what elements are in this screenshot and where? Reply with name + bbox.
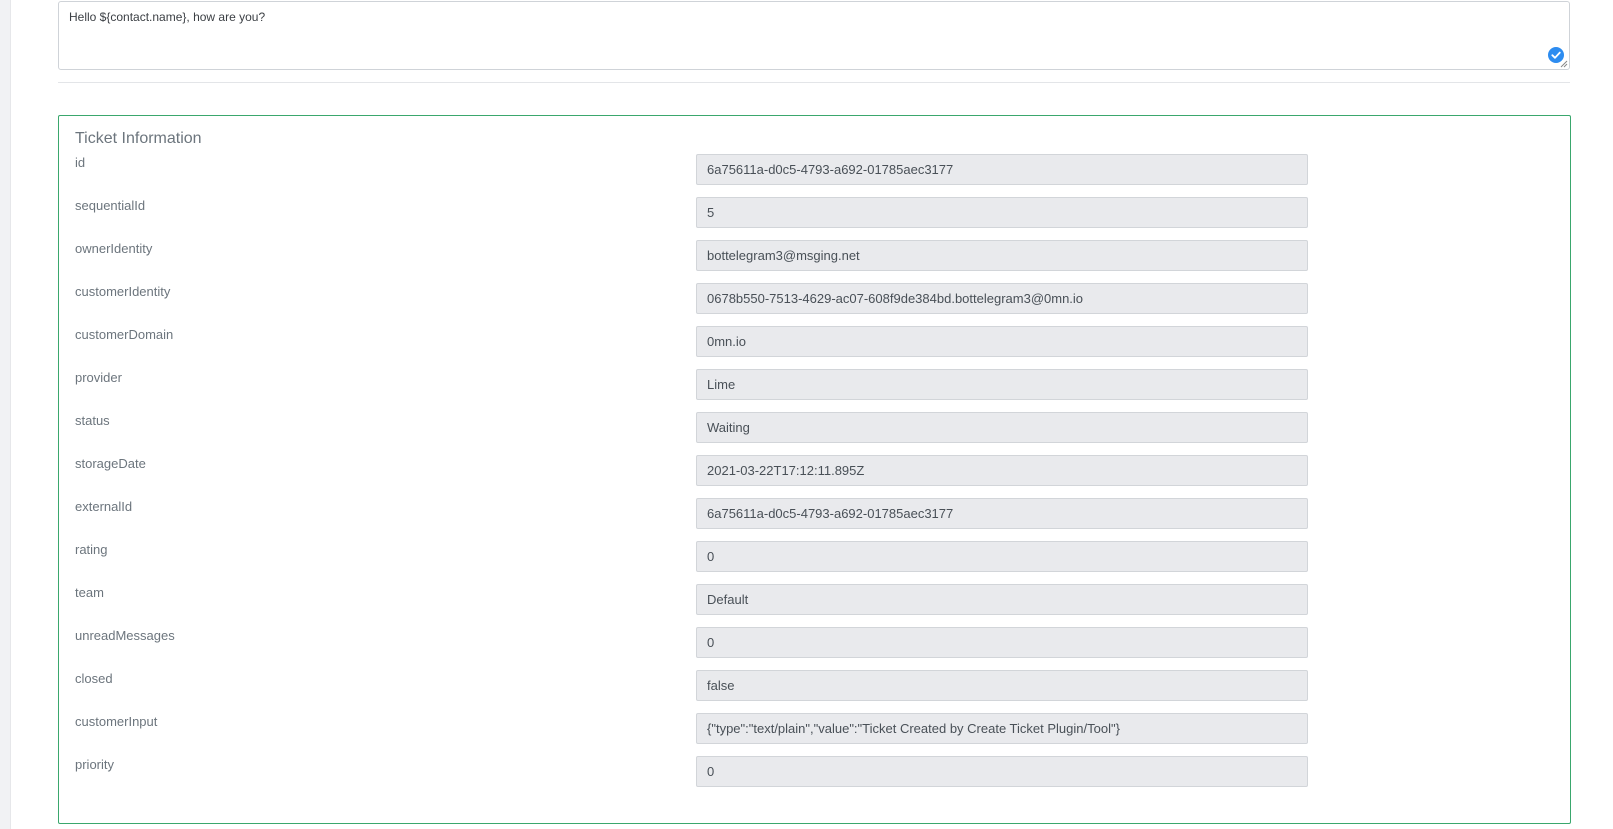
field-label-sequentialid: sequentialId [75,198,146,213]
field-value-team[interactable]: Default [696,584,1308,615]
field-value-closed[interactable]: false [696,670,1308,701]
message-textarea[interactable]: Hello ${contact.name}, how are you? [58,1,1570,70]
field-value-provider[interactable]: Lime [696,369,1308,400]
left-sidebar-rail [0,0,11,829]
field-label-owneridentity: ownerIdentity [75,241,153,256]
field-value-unreadmessages[interactable]: 0 [696,627,1308,658]
field-label-closed: closed [75,671,113,686]
field-value-rating[interactable]: 0 [696,541,1308,572]
field-value-storagedate[interactable]: 2021-03-22T17:12:11.895Z [696,455,1308,486]
field-label-priority: priority [75,757,115,772]
field-value-id[interactable]: 6a75611a-d0c5-4793-a692-01785aec3177 [696,154,1308,185]
field-label-status: status [75,413,110,428]
field-value-customerdomain[interactable]: 0mn.io [696,326,1308,357]
field-label-rating: rating [75,542,108,557]
field-value-owneridentity[interactable]: bottelegram3@msging.net [696,240,1308,271]
field-value-priority[interactable]: 0 [696,756,1308,787]
field-label-provider: provider [75,370,122,385]
field-label-customeridentity: customerIdentity [75,284,171,299]
message-text: Hello ${contact.name}, how are you? [69,10,266,24]
field-label-id: id [75,155,86,170]
section-divider [58,82,1570,83]
field-label-storagedate: storageDate [75,456,146,471]
panel-title: Ticket Information [75,130,202,147]
field-label-customerinput: customerInput [75,714,158,729]
field-value-customeridentity[interactable]: 0678b550-7513-4629-ac07-608f9de384bd.bot… [696,283,1308,314]
field-value-customerinput[interactable]: {"type":"text/plain","value":"Ticket Cre… [696,713,1308,744]
resize-handle-icon[interactable] [1560,60,1568,68]
field-value-sequentialid[interactable]: 5 [696,197,1308,228]
ticket-information-panel: Ticket Information id 6a75611a-d0c5-4793-… [58,115,1571,824]
field-label-customerdomain: customerDomain [75,327,174,342]
field-value-externalid[interactable]: 6a75611a-d0c5-4793-a692-01785aec3177 [696,498,1308,529]
field-label-unreadmessages: unreadMessages [75,628,175,643]
field-value-status[interactable]: Waiting [696,412,1308,443]
field-label-team: team [75,585,104,600]
field-label-externalid: externalId [75,499,133,514]
